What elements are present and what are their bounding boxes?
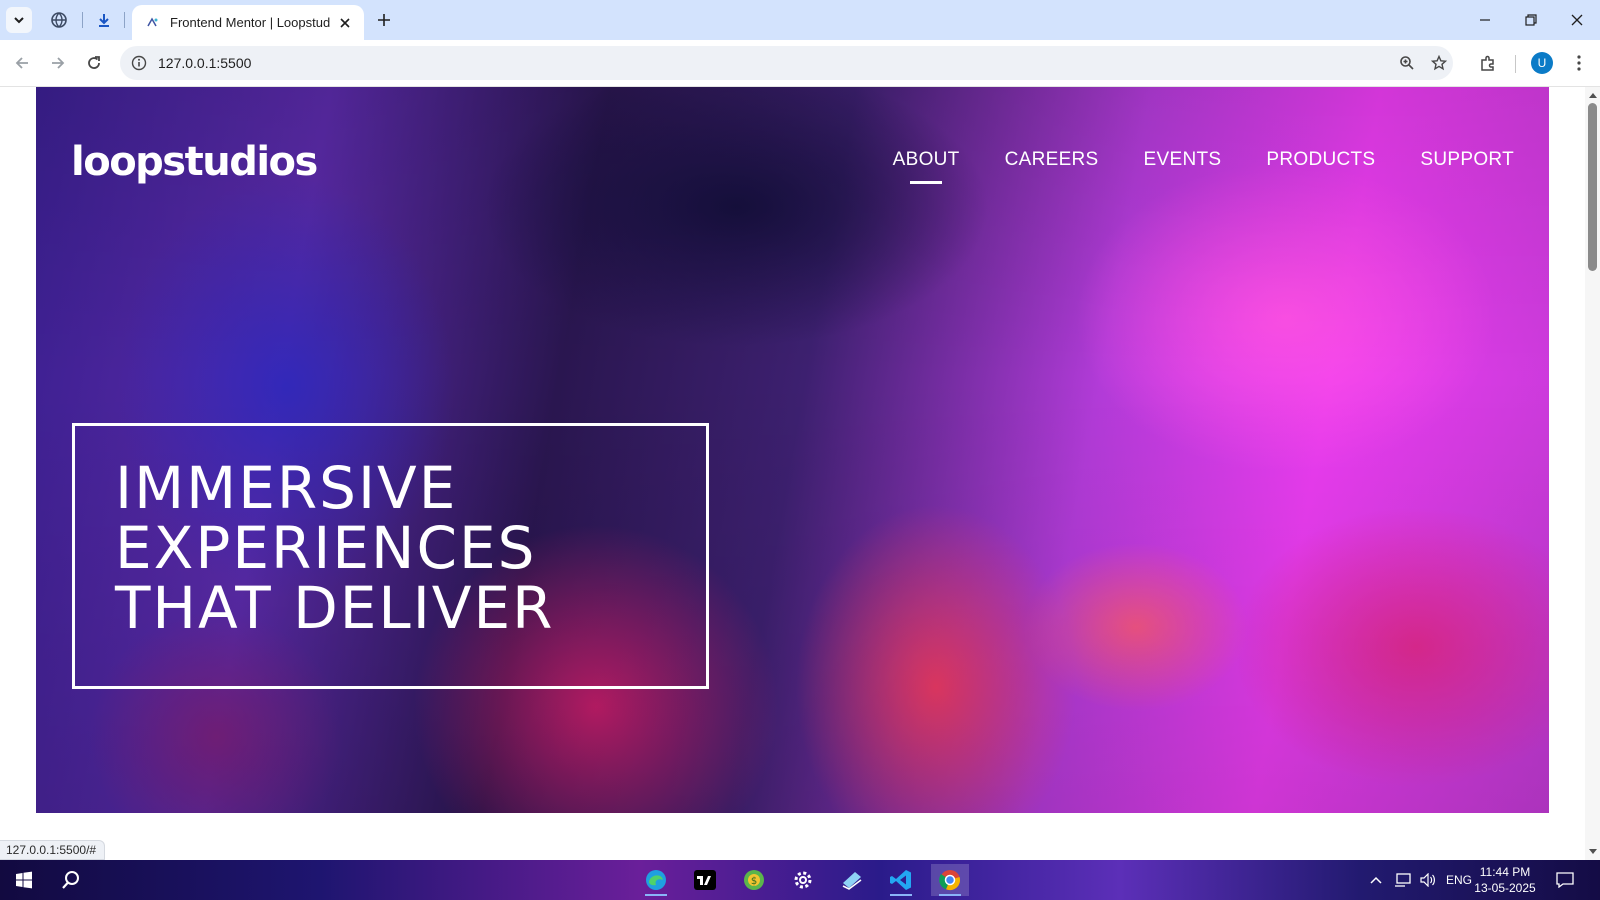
back-button[interactable] (9, 50, 35, 76)
url-text: 127.0.0.1:5500 (158, 55, 252, 71)
extensions-button[interactable] (1475, 50, 1501, 76)
network-tray-button[interactable] (1394, 860, 1412, 900)
browser-toolbar: 127.0.0.1:5500 U (0, 40, 1600, 87)
start-button[interactable] (4, 864, 44, 896)
tab-title: Frontend Mentor | Loopstudios (170, 15, 330, 30)
frontend-mentor-favicon-icon (144, 15, 160, 31)
taskbar-clock[interactable]: 11:44 PM 13-05-2025 (1470, 864, 1540, 896)
restore-icon (1525, 14, 1537, 26)
bookmark-star-icon[interactable] (1428, 52, 1450, 74)
notifications-button[interactable] (1556, 860, 1574, 900)
tradingview-icon (694, 870, 716, 890)
taskbar-tradingview-app[interactable] (686, 864, 724, 896)
chevron-down-icon (14, 17, 24, 24)
close-tab-icon[interactable] (336, 14, 354, 32)
nav-item-support[interactable]: SUPPORT (1420, 149, 1514, 171)
tab-separator (124, 12, 125, 28)
site-logo[interactable]: loopstudios (71, 139, 318, 185)
plus-icon (378, 14, 390, 26)
chevron-up-icon (1370, 876, 1382, 884)
site-info-icon[interactable] (128, 52, 150, 74)
taskbar-chrome-app[interactable] (931, 864, 969, 896)
windows-logo-icon (16, 871, 32, 889)
taskbar-settings-app[interactable] (784, 864, 822, 896)
forward-button[interactable] (45, 50, 71, 76)
nav-item-events[interactable]: EVENTS (1144, 149, 1222, 171)
nav-item-products[interactable]: PRODUCTS (1266, 149, 1375, 171)
page-viewport: loopstudios ABOUT CAREERS EVENTS PRODUCT… (0, 87, 1585, 860)
vscode-icon (890, 870, 911, 890)
zoom-icon[interactable] (1396, 52, 1418, 74)
puzzle-icon (1481, 55, 1494, 71)
clock-date: 13-05-2025 (1474, 881, 1536, 895)
reload-button[interactable] (81, 50, 107, 76)
taskbar-vscode-app[interactable] (882, 864, 920, 896)
hero-headline: IMMERSIVE EXPERIENCES THAT DELIVER (115, 458, 666, 638)
minimize-icon (1480, 19, 1490, 21)
files-icon (842, 872, 862, 890)
globe-icon (51, 12, 67, 28)
new-tab-button[interactable] (372, 9, 396, 31)
scroll-down-arrow-icon[interactable] (1588, 847, 1598, 857)
link-status-bar: 127.0.0.1:5500/# (0, 840, 106, 860)
close-window-button[interactable] (1560, 6, 1594, 34)
network-icon (1395, 873, 1411, 887)
chrome-icon (939, 870, 961, 891)
back-arrow-icon (15, 57, 28, 69)
download-tab-icon[interactable] (93, 9, 115, 31)
scroll-up-arrow-icon[interactable] (1588, 90, 1598, 100)
volume-tray-button[interactable] (1420, 860, 1436, 900)
windows-taskbar: $ ENG 11:44 PM 13-05-2025 (0, 860, 1600, 900)
clock-time: 11:44 PM (1479, 865, 1531, 879)
profile-avatar[interactable]: U (1531, 52, 1553, 74)
headline-line: IMMERSIVE (115, 454, 458, 522)
tab-strip: Frontend Mentor | Loopstudios (0, 0, 1600, 40)
svg-text:$: $ (751, 876, 757, 887)
volume-icon (1420, 873, 1435, 887)
search-icon (62, 871, 79, 889)
active-tab[interactable]: Frontend Mentor | Loopstudios (132, 5, 364, 40)
nav-item-careers[interactable]: CAREERS (1005, 149, 1099, 171)
restore-button[interactable] (1514, 6, 1548, 34)
headline-line: EXPERIENCES (115, 514, 537, 582)
forward-arrow-icon (52, 57, 65, 69)
hero-headline-box: IMMERSIVE EXPERIENCES THAT DELIVER (72, 423, 709, 689)
tab-separator (82, 12, 83, 28)
reload-icon (88, 56, 100, 69)
settings-icon (794, 871, 812, 889)
more-vertical-icon (1577, 55, 1581, 71)
taskbar-edge-app[interactable] (637, 864, 675, 896)
edge-icon (646, 870, 666, 890)
tab-search-button[interactable] (6, 7, 32, 33)
toolbar-separator (1515, 55, 1516, 73)
close-icon (1571, 14, 1583, 26)
show-hidden-icons-button[interactable] (1370, 860, 1382, 900)
language-indicator[interactable]: ENG (1446, 860, 1472, 900)
minimize-button[interactable] (1468, 6, 1502, 34)
taskbar-money-app[interactable]: $ (735, 864, 773, 896)
headline-line: THAT DELIVER (115, 574, 555, 642)
hero-section: loopstudios ABOUT CAREERS EVENTS PRODUCT… (36, 87, 1549, 813)
download-icon (99, 14, 109, 27)
globe-tab-icon[interactable] (48, 9, 70, 31)
vertical-scrollbar[interactable] (1585, 87, 1600, 860)
address-bar[interactable]: 127.0.0.1:5500 (120, 46, 1453, 80)
scrollbar-thumb[interactable] (1588, 103, 1597, 271)
money-app-icon: $ (744, 870, 764, 890)
nav-item-about[interactable]: ABOUT (893, 149, 960, 184)
notification-icon (1556, 872, 1574, 888)
browser-menu-button[interactable] (1566, 50, 1592, 76)
main-nav: ABOUT CAREERS EVENTS PRODUCTS SUPPORT (893, 149, 1514, 184)
taskbar-search-button[interactable] (52, 864, 90, 896)
taskbar-files-app[interactable] (833, 864, 871, 896)
